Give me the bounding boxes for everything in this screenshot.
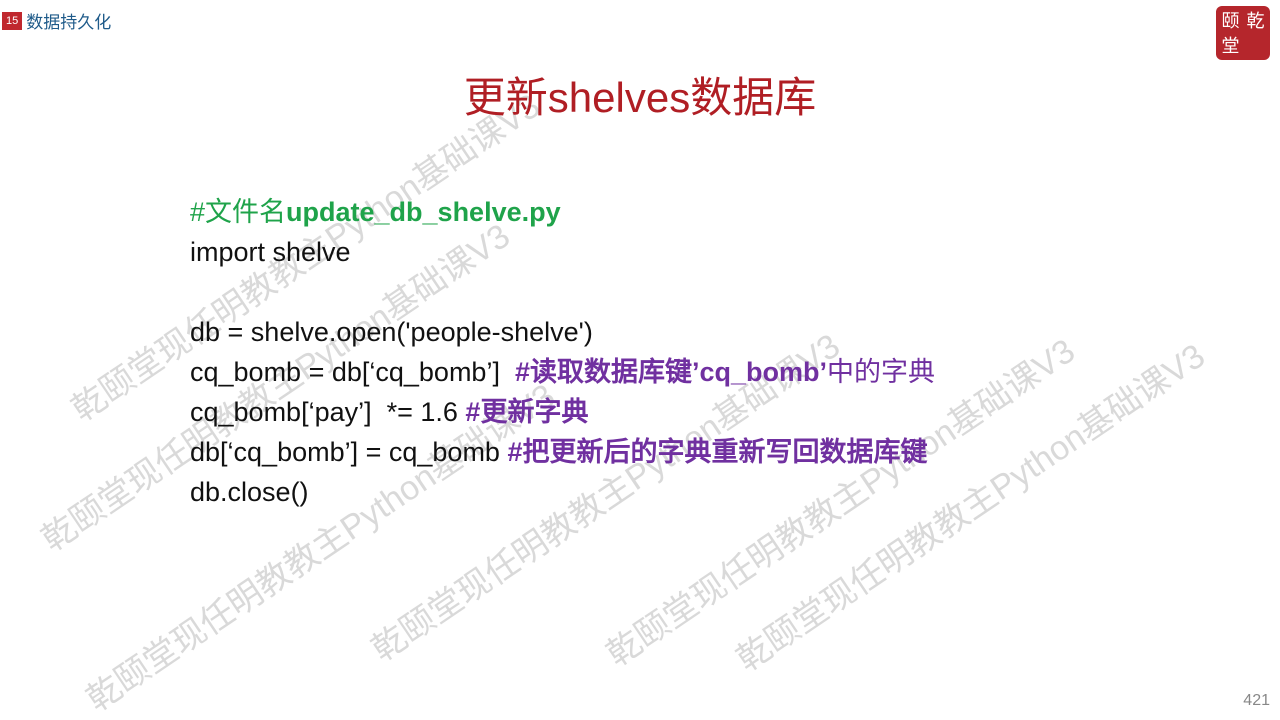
code-line-1: #文件名update_db_shelve.py xyxy=(190,192,935,232)
code-comment: 中的字典 xyxy=(827,357,935,387)
page-number: 421 xyxy=(1243,692,1270,709)
code-text: db[‘cq_bomb’] = cq_bomb xyxy=(190,437,508,467)
brand-logo: 颐 乾 堂 xyxy=(1216,6,1270,60)
code-text: cq_bomb = db[‘cq_bomb’] xyxy=(190,357,515,387)
code-text: cq_bomb[‘pay’] *= 1.6 xyxy=(190,397,466,427)
comment-hash: # xyxy=(190,197,206,227)
slide-header: 15 数据持久化 xyxy=(0,8,111,33)
code-line-6: cq_bomb[‘pay’] *= 1.6 #更新字典 xyxy=(190,392,935,432)
comment-filename-label: 文件名 xyxy=(205,197,287,227)
code-line-8: db.close() xyxy=(190,477,309,507)
code-line-2: import shelve xyxy=(190,237,351,267)
chapter-number-badge: 15 xyxy=(2,11,23,30)
logo-char: 颐 xyxy=(1221,10,1240,31)
code-line-7: db[‘cq_bomb’] = cq_bomb #把更新后的字典重新写回数据库键 xyxy=(190,432,935,472)
code-line-5: cq_bomb = db[‘cq_bomb’] #读取数据库键’cq_bomb’… xyxy=(190,352,935,392)
code-comment: #更新字典 xyxy=(465,397,589,427)
code-block: #文件名update_db_shelve.py import shelve db… xyxy=(190,192,935,512)
chapter-title: 数据持久化 xyxy=(26,13,112,32)
code-comment: #把更新后的字典重新写回数据库键 xyxy=(507,437,928,467)
comment-filename: update_db_shelve.py xyxy=(286,197,561,227)
code-comment: #读取数据库键 xyxy=(514,357,692,387)
logo-char: 堂 xyxy=(1221,35,1240,56)
slide-title: 更新shelves数据库 xyxy=(463,74,817,121)
logo-char: 乾 xyxy=(1246,10,1265,31)
code-comment-key: ’cq_bomb’ xyxy=(691,357,827,387)
code-line-4: db = shelve.open('people-shelve') xyxy=(190,317,593,347)
